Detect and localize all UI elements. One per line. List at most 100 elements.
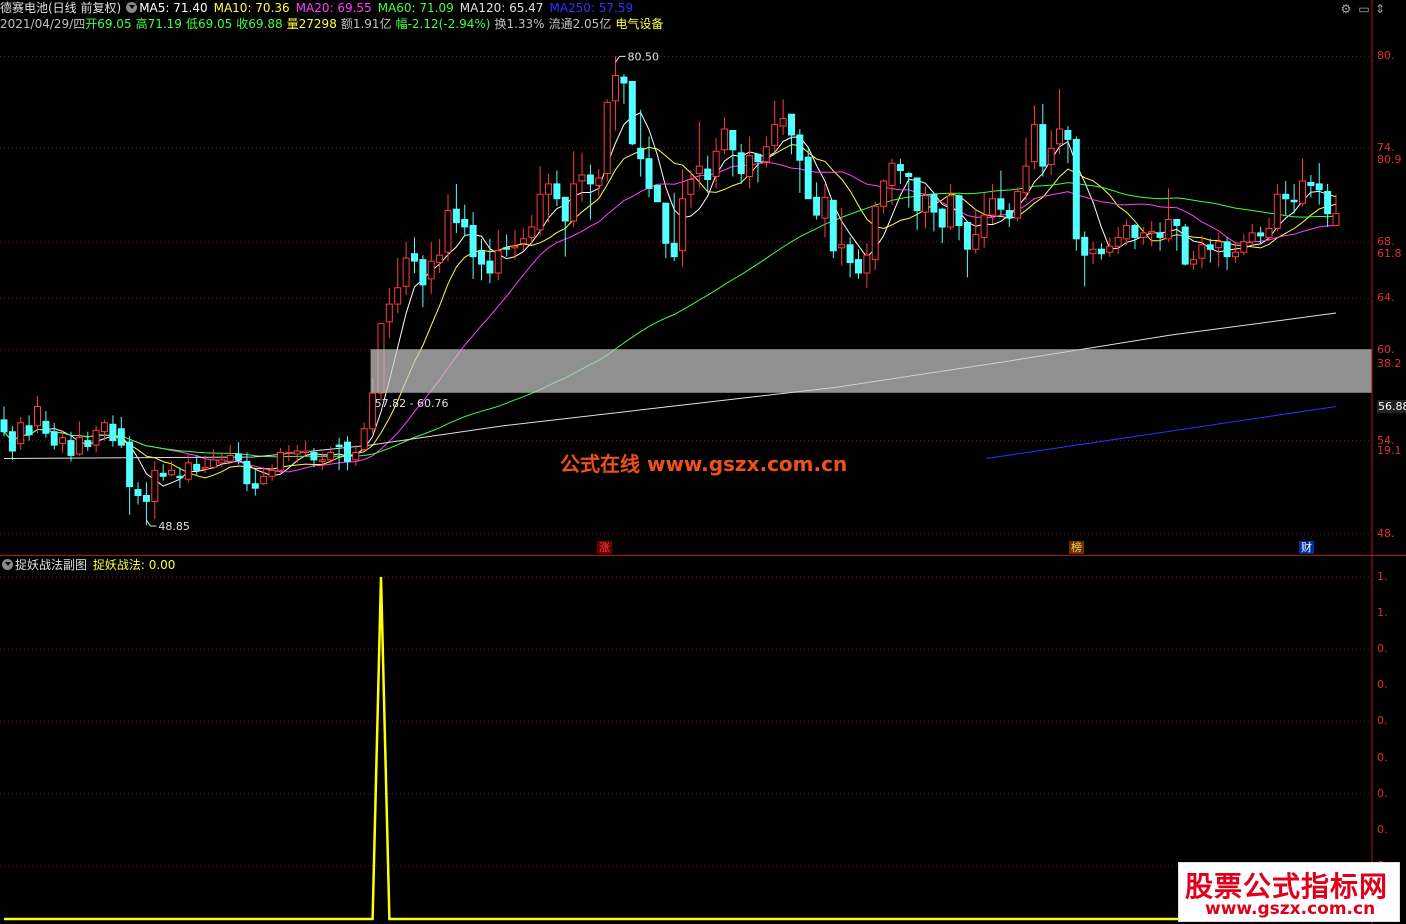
- high-marker: [615, 55, 626, 63]
- price-axis-label: 64.: [1377, 291, 1395, 305]
- candle-body: [427, 260, 435, 280]
- candle-body: [1039, 124, 1047, 167]
- price-axis-label: 60.: [1377, 343, 1395, 357]
- candle-body: [922, 195, 929, 213]
- candle-body: [486, 260, 494, 274]
- candle-body: [226, 455, 234, 462]
- candle-body: [720, 128, 728, 151]
- candle-body: [1324, 190, 1332, 215]
- candle-body: [704, 168, 712, 181]
- candle-body: [1198, 244, 1206, 259]
- candle-body: [1273, 193, 1281, 229]
- candle-body: [670, 242, 678, 258]
- candle-body: [938, 208, 946, 228]
- candle-body: [963, 222, 971, 250]
- candle-body: [519, 238, 527, 244]
- candle-body: [176, 475, 184, 479]
- candle-body: [335, 444, 343, 448]
- candle-body: [1240, 241, 1248, 253]
- candle-body: [637, 147, 645, 160]
- candle-body: [92, 429, 100, 446]
- event-tag-rank[interactable]: 榜: [1069, 541, 1084, 554]
- candle-body: [1097, 248, 1105, 255]
- candle-body: [469, 225, 477, 258]
- candle-body: [109, 423, 117, 442]
- indicator-grid: [0, 576, 1372, 867]
- candle-body: [1131, 225, 1139, 238]
- candle-body: [452, 208, 460, 224]
- candle-body: [913, 177, 921, 212]
- candle-body: [1173, 219, 1181, 226]
- candle-body: [126, 441, 134, 488]
- candle-body: [754, 153, 762, 163]
- watermark-corner: 股票公式指标网 www.gszx.com.cn: [1178, 862, 1400, 922]
- candle-body: [276, 452, 284, 471]
- candle-body: [628, 81, 636, 145]
- candle-body: [687, 179, 695, 195]
- candle-body: [553, 183, 561, 200]
- candle-body: [1232, 251, 1239, 258]
- candle-body: [1106, 245, 1114, 253]
- candle-body: [310, 452, 318, 461]
- candle-body: [1299, 180, 1306, 204]
- candle-body: [1005, 210, 1013, 219]
- event-tag-finance[interactable]: 财: [1299, 541, 1314, 554]
- candle-body: [101, 422, 108, 433]
- candle-body: [829, 199, 837, 252]
- candle-body: [1114, 236, 1122, 247]
- ma60-line: [3, 182, 1337, 458]
- candle-body: [402, 257, 410, 287]
- candle-body: [142, 495, 150, 502]
- candle-body: [1265, 228, 1273, 238]
- candle-body: [8, 431, 16, 452]
- ma20-line: [3, 161, 1337, 473]
- candle-body: [586, 174, 594, 185]
- candle-body: [168, 469, 175, 476]
- candle-body: [595, 177, 603, 186]
- candle-body: [394, 287, 402, 305]
- candle-body: [980, 214, 988, 238]
- candle-body: [511, 245, 519, 249]
- indicator-line: [4, 576, 1336, 921]
- candle-body: [352, 452, 360, 461]
- indicator-axis-label: 0.: [1377, 822, 1388, 836]
- candle-body: [42, 420, 50, 434]
- candle-body: [268, 469, 276, 477]
- candle-body: [436, 254, 444, 264]
- candle-body: [1223, 241, 1231, 258]
- candle-body: [1089, 248, 1097, 255]
- candle-body: [17, 422, 25, 445]
- candle-body: [612, 75, 619, 102]
- indicator-axis-label: 0.: [1377, 678, 1388, 692]
- highlight-zone: [370, 349, 1373, 393]
- candle-body: [679, 198, 687, 252]
- candle-body: [293, 450, 301, 455]
- candle-body: [503, 247, 511, 250]
- candle-body: [344, 441, 351, 462]
- candle-body: [75, 437, 83, 455]
- candle-body: [318, 459, 326, 462]
- candle-body: [788, 113, 795, 136]
- candle-body: [419, 259, 427, 286]
- low-marker: [145, 519, 157, 527]
- candle-body: [855, 259, 862, 274]
- candle-body: [653, 184, 661, 203]
- candle-body: [411, 253, 418, 262]
- candle-body: [251, 483, 259, 489]
- candle-body: [536, 193, 544, 231]
- candle-body: [444, 210, 452, 253]
- candle-body: [243, 460, 251, 485]
- price-axis-label: 19.1: [1377, 444, 1402, 457]
- candle-body: [578, 174, 586, 182]
- price-axis-label: 80.9: [1377, 153, 1402, 167]
- candle-body: [67, 440, 75, 456]
- candle-body: [117, 428, 125, 446]
- candle-body: [1206, 244, 1214, 250]
- ma5-line: [3, 112, 1337, 487]
- event-tag-rise[interactable]: 涨: [597, 541, 612, 554]
- candle-body: [645, 158, 653, 189]
- candle-body: [1139, 232, 1147, 238]
- candle-body: [796, 134, 804, 161]
- candle-body: [25, 425, 33, 436]
- candle-body: [1248, 232, 1256, 243]
